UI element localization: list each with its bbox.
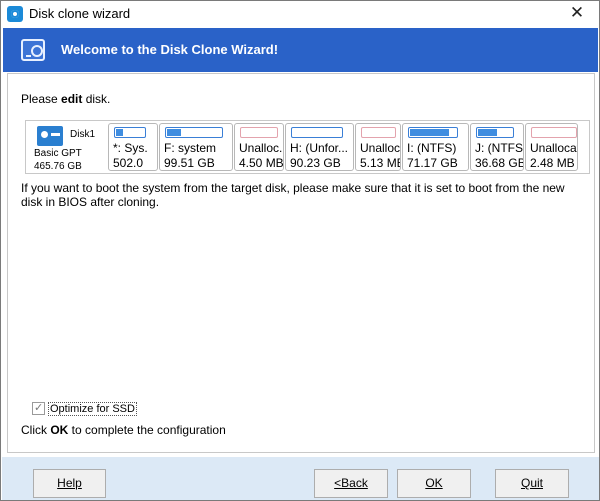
partition-block[interactable]: Unalloc...5.13 MB [355,123,401,171]
back-button[interactable]: <Back [314,469,388,498]
partition-block[interactable]: Unallocat...2.48 MB [525,123,578,171]
close-icon[interactable]: ✕ [555,1,599,27]
partition-usage-bar [361,127,396,138]
partition-name: *: Sys. [113,141,148,155]
partition-usage-bar [114,127,146,138]
finish-bold: OK [50,423,69,437]
disk-map: Disk1 Basic GPT 465.76 GB *: Sys. 502.0 F:… [25,120,590,174]
partition-name: H: (Unfor... [290,141,349,155]
disk-name: Disk1 [70,129,96,140]
finish-suffix: to complete the configuration [68,423,226,437]
disk-clone-icon [21,39,45,61]
finish-instruction: Click OK to complete the configuration [21,423,226,437]
finish-prefix: Click [21,423,51,437]
partition-name: Unalloc... [360,141,401,155]
window-title: Disk clone wizard [29,6,131,21]
partition-name: J: (NTFS [475,141,523,155]
ok-button-label: OK [425,476,443,490]
partition-block[interactable]: J: (NTFS 36.68 GB [470,123,524,171]
partition-size: 71.17 GB [407,156,458,170]
app-icon [7,6,23,22]
wizard-content: Please edit disk. Disk1 Basic GPT 465.76… [7,73,595,453]
partition-name: Unalloc... [239,141,283,155]
wizard-banner: Welcome to the Disk Clone Wizard! [3,28,598,72]
heading-suffix: disk. [82,92,111,106]
disk-size: 465.76 GB [34,161,82,172]
boot-note: If you want to boot the system from the … [21,181,565,209]
partition-usage-bar [408,127,458,138]
help-button-label: Help [57,476,82,490]
help-button[interactable]: Help [33,469,106,498]
partition-size: 2.48 MB [530,156,575,170]
partition-usage-bar [165,127,223,138]
partition-block[interactable]: H: (Unfor... 90.23 GB [285,123,354,171]
partition-usage-fill [167,129,181,136]
partition-block[interactable]: I: (NTFS) 71.17 GB [402,123,469,171]
ok-button[interactable]: OK [397,469,471,498]
disk-clone-wizard-window: Disk clone wizard ✕ Welcome to the Disk … [0,0,600,501]
quit-button-label: Quit [520,476,543,490]
hard-disk-icon [37,126,63,146]
instruction-heading: Please edit disk. [21,92,110,106]
partition-size: 4.50 MB [239,156,284,170]
button-bar: Help <Back OK Quit [2,457,599,500]
partition-usage-bar [240,127,278,138]
partition-block[interactable]: Unalloc...4.50 MB [234,123,284,171]
disk-info[interactable]: Disk1 Basic GPT 465.76 GB [28,122,102,172]
partition-name: F: system [164,141,217,155]
partition-block[interactable]: *: Sys. 502.0 [108,123,158,171]
disk-type: Basic GPT [34,148,82,159]
partition-usage-fill [410,129,449,136]
partition-block[interactable]: F: system 99.51 GB [159,123,233,171]
partition-size: 99.51 GB [164,156,215,170]
heading-bold: edit [61,92,83,106]
partition-usage-fill [478,129,497,136]
partition-usage-bar [476,127,514,138]
partition-usage-bar [291,127,343,138]
heading-prefix: Please [21,92,62,106]
back-button-label: <Back [334,476,368,490]
title-bar: Disk clone wizard ✕ [1,1,599,27]
partition-size: 90.23 GB [290,156,341,170]
partition-name: Unallocat... [530,141,577,155]
partition-size: 502.0 [113,156,144,170]
partition-usage-fill [116,129,123,136]
partition-usage-bar [531,127,577,138]
optimize-ssd-checkbox[interactable] [32,401,45,415]
optimize-ssd-label[interactable]: Optimize for SSD [48,402,137,416]
quit-button[interactable]: Quit [495,469,569,498]
partition-size: 5.13 MB [360,156,401,170]
partition-name: I: (NTFS) [407,141,457,155]
banner-title: Welcome to the Disk Clone Wizard! [61,42,279,57]
partition-size: 36.68 GB [475,156,524,170]
